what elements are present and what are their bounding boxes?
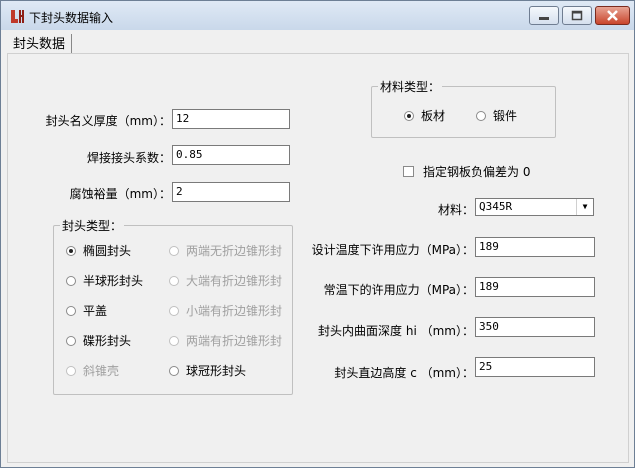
depth-hi-label: 封头内曲面深度 hi （mm）： <box>318 324 474 338</box>
window-title: 下封头数据输入 <box>29 11 114 25</box>
radio-dot <box>169 365 179 376</box>
design-stress-label: 设计温度下许用应力（MPa）： <box>311 243 474 257</box>
corrosion-input[interactable]: 2 <box>172 182 290 202</box>
head-type-legend: 封头类型： <box>62 219 123 233</box>
maximize-icon <box>571 10 583 21</box>
radio-dot <box>169 275 179 286</box>
thickness-label: 封头名义厚度（mm）： <box>45 114 171 128</box>
thickness-input[interactable]: 12 <box>172 109 290 129</box>
radio-label: 板材 <box>421 109 446 123</box>
radio-label: 两端无折边锥形封 <box>186 244 283 258</box>
radio-label: 椭圆封头 <box>83 244 132 258</box>
radio-hemisphere[interactable]: 半球形封头 <box>66 272 143 289</box>
straight-c-label: 封头直边高度 c （mm）： <box>334 366 474 380</box>
radio-label: 小端有折边锥形封 <box>186 304 283 318</box>
radio-label: 大端有折边锥形封 <box>186 274 283 288</box>
room-stress-label: 常温下的许用应力（MPa）： <box>323 283 474 297</box>
material-select-value: Q345R <box>479 200 513 213</box>
radio-cone-small-end[interactable]: 小端有折边锥形封 <box>169 302 282 319</box>
radio-label: 球冠形封头 <box>186 364 247 378</box>
radio-cone-large-end[interactable]: 大端有折边锥形封 <box>169 272 282 289</box>
depth-hi-input[interactable]: 350 <box>475 317 595 337</box>
radio-dot <box>66 275 76 286</box>
radio-dot <box>66 365 76 376</box>
material-select[interactable]: Q345R ▼ <box>475 198 594 216</box>
minimize-button[interactable] <box>529 6 559 25</box>
design-stress-input[interactable]: 189 <box>475 237 595 257</box>
radio-dot <box>169 305 179 316</box>
radio-dot <box>66 335 76 346</box>
radio-label: 斜锥壳 <box>83 364 120 378</box>
title-bar: 下封头数据输入 <box>1 1 634 31</box>
material-type-group: 材料类型： <box>371 78 556 138</box>
app-icon <box>11 10 24 23</box>
radio-label: 平盖 <box>83 304 108 318</box>
checkbox-box <box>403 166 414 177</box>
radio-flat-cover[interactable]: 平盖 <box>66 302 107 319</box>
dialog-window: 下封头数据输入 封头数据 封头名义厚度（mm）： 12 焊接接头系数： 0.85… <box>0 0 635 468</box>
maximize-button[interactable] <box>562 6 592 25</box>
close-icon <box>607 10 618 21</box>
material-type-legend: 材料类型： <box>380 80 441 94</box>
radio-dot <box>476 110 486 121</box>
minimize-icon <box>539 17 549 20</box>
radio-label: 锻件 <box>493 109 518 123</box>
radio-dot <box>66 245 76 256</box>
radio-label: 半球形封头 <box>83 274 144 288</box>
tab-panel: 封头名义厚度（mm）： 12 焊接接头系数： 0.85 腐蚀裕量（mm）： 2 … <box>7 53 629 463</box>
weld-coef-input[interactable]: 0.85 <box>172 145 290 165</box>
radio-forging[interactable]: 锻件 <box>476 107 517 124</box>
room-stress-input[interactable]: 189 <box>475 277 595 297</box>
radio-dot <box>66 305 76 316</box>
material-label: 材料： <box>437 203 474 217</box>
corrosion-label: 腐蚀裕量（mm）： <box>69 187 171 201</box>
radio-dished[interactable]: 碟形封头 <box>66 332 131 349</box>
straight-c-input[interactable]: 25 <box>475 357 595 377</box>
radio-dot <box>169 245 179 256</box>
weld-coef-label: 焊接接头系数： <box>86 151 171 165</box>
radio-spherical-cap[interactable]: 球冠形封头 <box>169 362 246 379</box>
deviation-checkbox-label: 指定钢板负偏差为 0 <box>423 165 531 179</box>
radio-cone-no-flange[interactable]: 两端无折边锥形封 <box>169 242 282 259</box>
radio-dot <box>169 335 179 346</box>
radio-label: 碟形封头 <box>83 334 132 348</box>
radio-label: 两端有折边锥形封 <box>186 334 283 348</box>
chevron-down-icon[interactable]: ▼ <box>576 199 593 215</box>
radio-oblique-cone[interactable]: 斜锥壳 <box>66 362 119 379</box>
radio-ellipse[interactable]: 椭圆封头 <box>66 242 131 259</box>
radio-plate[interactable]: 板材 <box>404 107 445 124</box>
radio-dot <box>404 110 414 121</box>
radio-cone-both-flange[interactable]: 两端有折边锥形封 <box>169 332 282 349</box>
deviation-checkbox[interactable]: 指定钢板负偏差为 0 <box>403 163 530 180</box>
close-button[interactable] <box>595 6 630 25</box>
